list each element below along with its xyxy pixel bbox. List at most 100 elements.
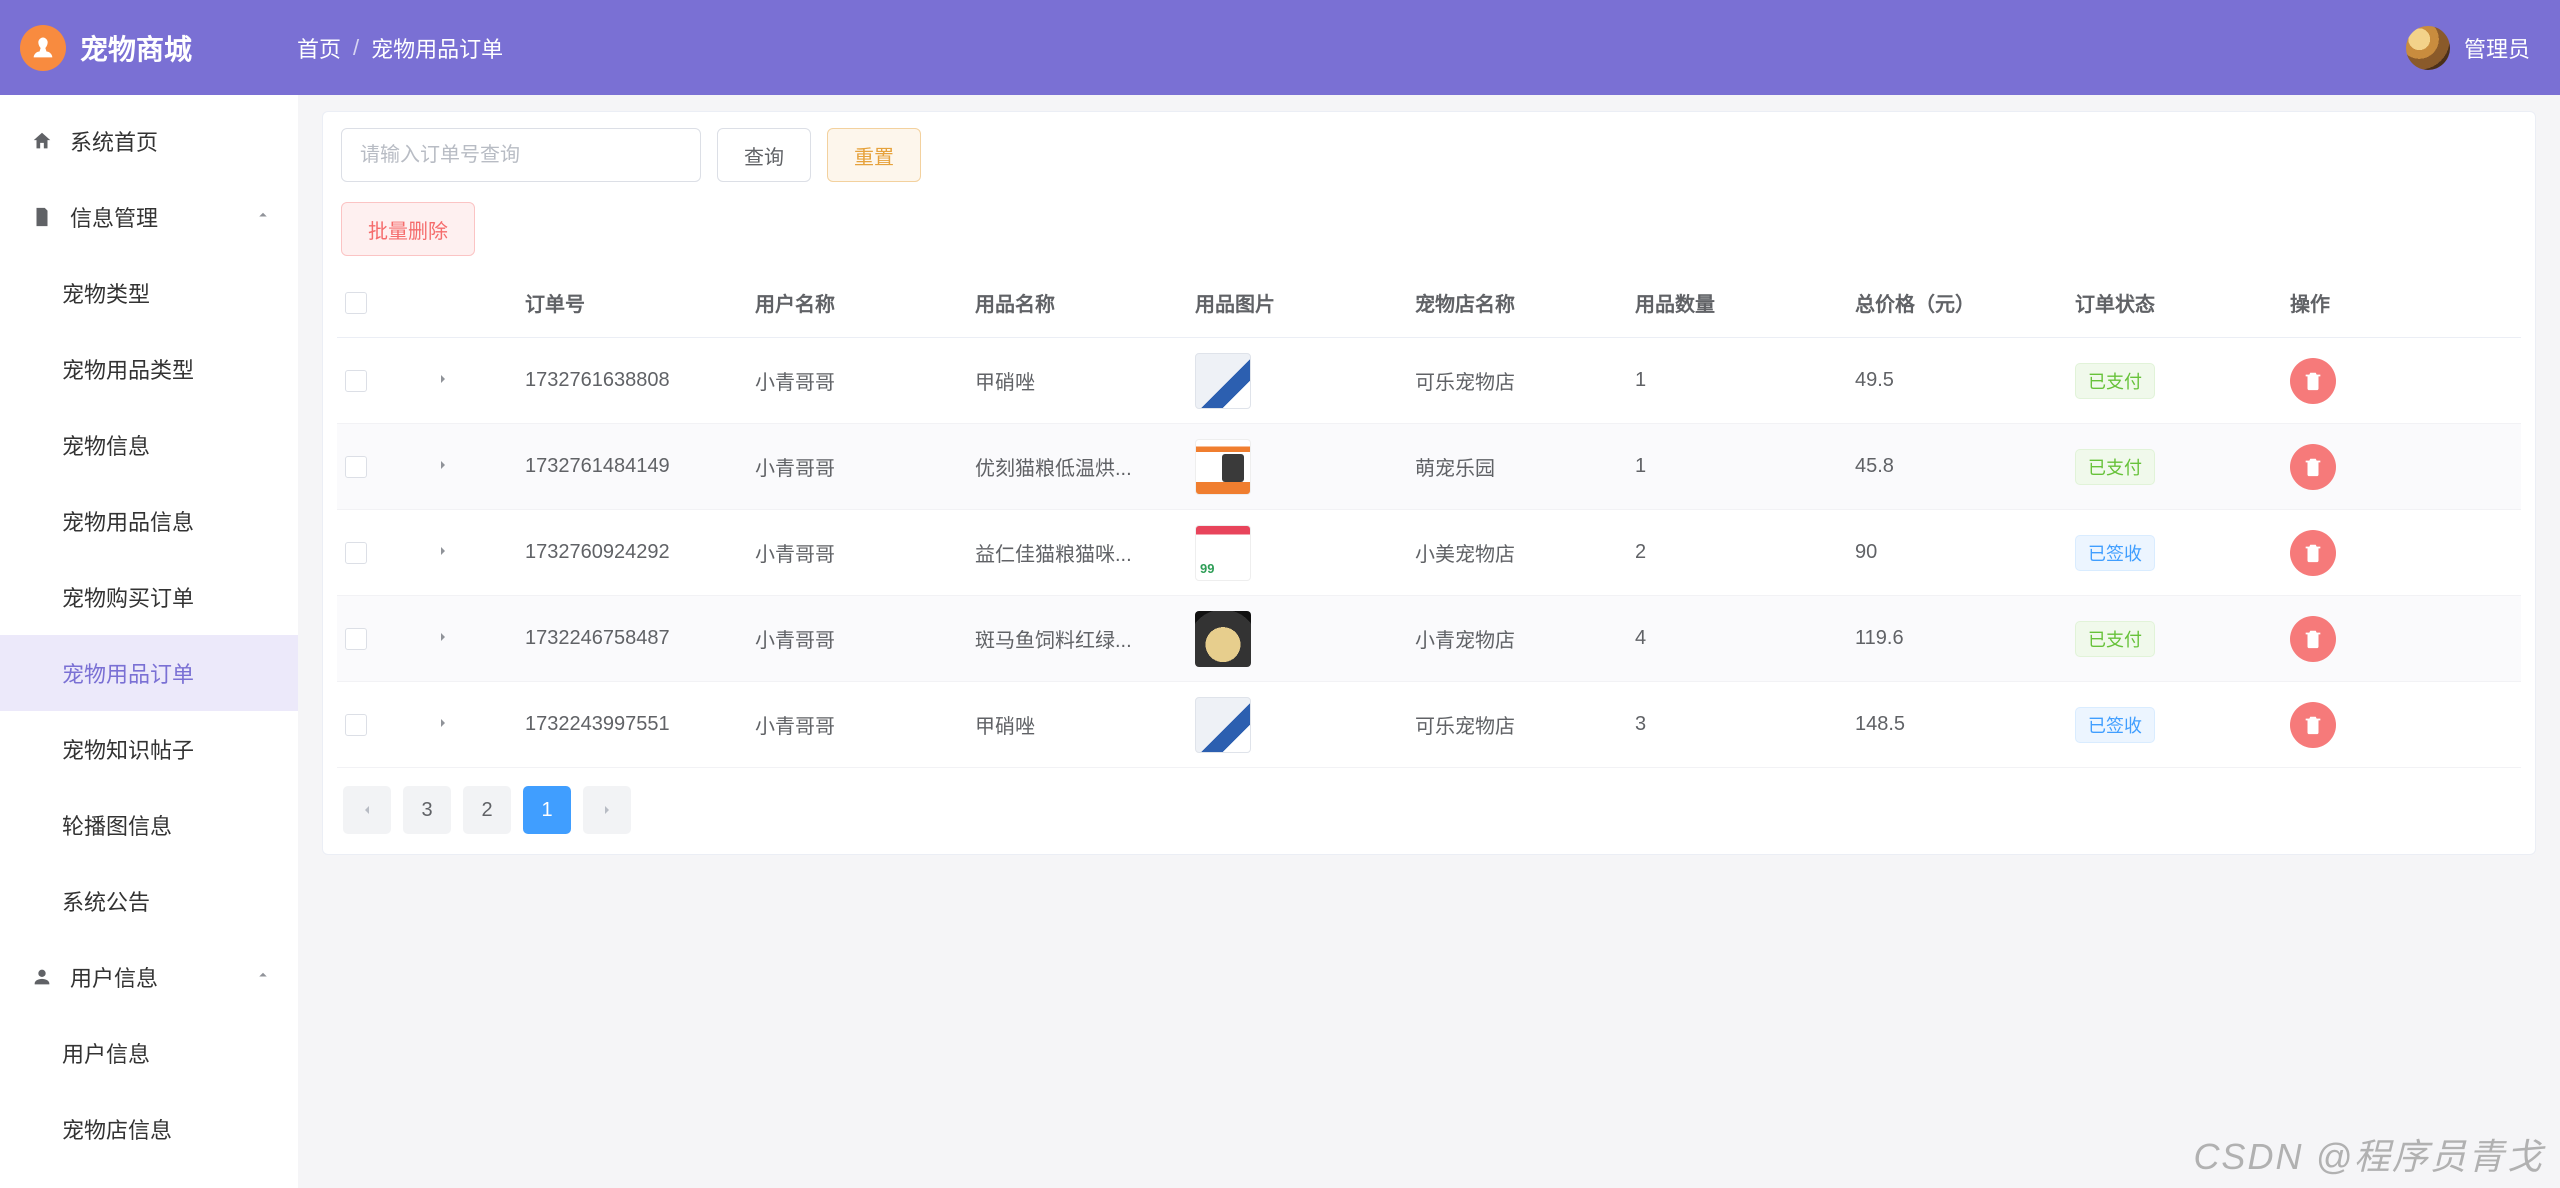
delete-button[interactable]: [2290, 444, 2336, 490]
page-number[interactable]: 1: [523, 786, 571, 834]
cell-shop: 可乐宠物店: [1407, 710, 1627, 739]
sidebar-item-label: 系统公告: [62, 885, 150, 917]
sidebar-item[interactable]: 宠物用品订单: [0, 635, 298, 711]
orders-table: 订单号 用户名称 用品名称 用品图片 宠物店名称 用品数量 总价格（元） 订单状…: [337, 268, 2521, 768]
row-checkbox[interactable]: [345, 542, 367, 564]
sidebar-item-label: 宠物用品信息: [62, 505, 194, 537]
sidebar-item[interactable]: 用户信息: [0, 1015, 298, 1091]
status-badge: 已签收: [2075, 707, 2155, 743]
sidebar-item-label: 宠物信息: [62, 429, 150, 461]
page-number[interactable]: 3: [403, 786, 451, 834]
page-next[interactable]: [583, 786, 631, 834]
sidebar-item[interactable]: 宠物用品信息: [0, 483, 298, 559]
chevron-up-icon: [254, 964, 272, 990]
sidebar-item[interactable]: 宠物知识帖子: [0, 711, 298, 787]
cell-product: 甲硝唑: [967, 366, 1187, 395]
col-total: 总价格（元）: [1847, 288, 2067, 317]
table-row: 1732243997551小青哥哥甲硝唑可乐宠物店3148.5已签收: [337, 682, 2521, 768]
cell-qty: 4: [1627, 627, 1847, 650]
cell-status: 已支付: [2067, 363, 2282, 399]
cell-product: 优刻猫粮低温烘...: [967, 452, 1187, 481]
sidebar-item-label: 轮播图信息: [62, 809, 172, 841]
page-number[interactable]: 2: [463, 786, 511, 834]
product-thumb[interactable]: [1195, 697, 1251, 753]
cell-total: 90: [1847, 541, 2067, 564]
table-row: 1732760924292小青哥哥益仁佳猫粮猫咪...小美宠物店290已签收: [337, 510, 2521, 596]
search-input[interactable]: [341, 128, 701, 182]
sidebar-item[interactable]: 宠物店信息: [0, 1091, 298, 1167]
product-thumb[interactable]: [1195, 439, 1251, 495]
sidebar: 系统首页 信息管理 宠物类型宠物用品类型宠物信息宠物用品信息宠物购买订单宠物用品…: [0, 95, 298, 1188]
sidebar-item-label: 系统首页: [70, 125, 158, 157]
sidebar-group-user[interactable]: 用户信息: [0, 939, 298, 1015]
expand-icon[interactable]: [435, 628, 457, 650]
app-name: 宠物商城: [80, 28, 192, 68]
col-qty: 用品数量: [1627, 288, 1847, 317]
table-header: 订单号 用户名称 用品名称 用品图片 宠物店名称 用品数量 总价格（元） 订单状…: [337, 268, 2521, 338]
cell-actions: [2282, 358, 2521, 404]
delete-button[interactable]: [2290, 358, 2336, 404]
sidebar-item-label: 宠物购买订单: [62, 581, 194, 613]
delete-button[interactable]: [2290, 702, 2336, 748]
product-thumb[interactable]: [1195, 353, 1251, 409]
expand-icon[interactable]: [435, 456, 457, 478]
col-status: 订单状态: [2067, 288, 2282, 317]
cell-shop: 小青宠物店: [1407, 624, 1627, 653]
cell-total: 119.6: [1847, 627, 2067, 650]
sidebar-item[interactable]: 宠物信息: [0, 407, 298, 483]
cell-order-no: 1732246758487: [517, 627, 747, 650]
logo-block: 宠物商城: [12, 25, 297, 71]
cell-total: 49.5: [1847, 369, 2067, 392]
breadcrumb-current: 宠物用品订单: [371, 32, 503, 64]
col-order-no: 订单号: [517, 288, 747, 317]
page-prev[interactable]: [343, 786, 391, 834]
sidebar-group-info[interactable]: 信息管理: [0, 179, 298, 255]
sidebar-item-label: 信息管理: [70, 201, 158, 233]
cell-product: 斑马鱼饲料红绿...: [967, 624, 1187, 653]
expand-icon[interactable]: [435, 542, 457, 564]
cell-total: 148.5: [1847, 713, 2067, 736]
select-all-checkbox[interactable]: [345, 292, 367, 314]
delete-button[interactable]: [2290, 530, 2336, 576]
row-checkbox[interactable]: [345, 456, 367, 478]
row-checkbox[interactable]: [345, 370, 367, 392]
sidebar-item[interactable]: 管理员信息: [0, 1167, 298, 1188]
cell-actions: [2282, 702, 2521, 748]
cell-qty: 1: [1627, 369, 1847, 392]
product-thumb[interactable]: [1195, 525, 1251, 581]
sidebar-item[interactable]: 系统公告: [0, 863, 298, 939]
cell-qty: 1: [1627, 455, 1847, 478]
cell-qty: 2: [1627, 541, 1847, 564]
cell-image: [1187, 697, 1407, 753]
sidebar-item-label: 用户信息: [62, 1037, 150, 1069]
search-button[interactable]: 查询: [717, 128, 811, 182]
sidebar-item-label: 宠物类型: [62, 277, 150, 309]
chevron-up-icon: [254, 204, 272, 230]
cell-order-no: 1732760924292: [517, 541, 747, 564]
col-shop: 宠物店名称: [1407, 288, 1627, 317]
sidebar-item-label: 宠物用品订单: [62, 657, 194, 689]
avatar[interactable]: [2406, 26, 2450, 70]
breadcrumb-home[interactable]: 首页: [297, 32, 341, 64]
cell-status: 已支付: [2067, 449, 2282, 485]
bulk-delete-button[interactable]: 批量删除: [341, 202, 475, 256]
table-row: 1732761638808小青哥哥甲硝唑可乐宠物店149.5已支付: [337, 338, 2521, 424]
col-image: 用品图片: [1187, 288, 1407, 317]
sidebar-item-home[interactable]: 系统首页: [0, 103, 298, 179]
reset-button[interactable]: 重置: [827, 128, 921, 182]
sidebar-item[interactable]: 宠物用品类型: [0, 331, 298, 407]
product-thumb[interactable]: [1195, 611, 1251, 667]
row-checkbox[interactable]: [345, 628, 367, 650]
cell-user: 小青哥哥: [747, 710, 967, 739]
sidebar-item[interactable]: 宠物类型: [0, 255, 298, 331]
username[interactable]: 管理员: [2464, 32, 2530, 64]
row-checkbox[interactable]: [345, 714, 367, 736]
col-actions: 操作: [2282, 288, 2521, 317]
sidebar-item[interactable]: 轮播图信息: [0, 787, 298, 863]
sidebar-item[interactable]: 宠物购买订单: [0, 559, 298, 635]
cell-shop: 小美宠物店: [1407, 538, 1627, 567]
expand-icon[interactable]: [435, 370, 457, 392]
cell-actions: [2282, 444, 2521, 490]
expand-icon[interactable]: [435, 714, 457, 736]
delete-button[interactable]: [2290, 616, 2336, 662]
